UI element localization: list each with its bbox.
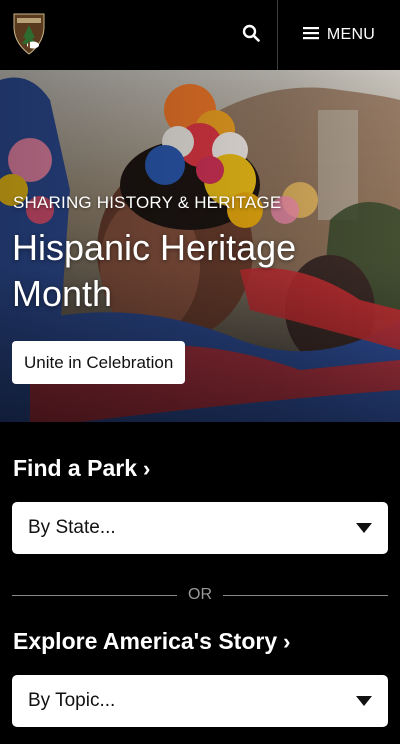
unite-in-celebration-button[interactable]: Unite in Celebration	[12, 341, 186, 384]
chevron-right-icon: ›	[283, 628, 291, 654]
search-button[interactable]	[226, 0, 276, 70]
menu-label: MENU	[326, 26, 376, 43]
state-select[interactable]: By State...	[12, 502, 388, 554]
or-separator: OR	[12, 585, 388, 605]
nps-arrowhead-logo[interactable]	[12, 12, 46, 56]
menu-button[interactable]: MENU	[278, 0, 400, 70]
caret-down-icon	[356, 696, 372, 706]
separator-line-left	[12, 595, 177, 596]
caret-down-icon	[356, 523, 372, 533]
find-a-park-link[interactable]: Find a Park ›	[13, 455, 150, 482]
hamburger-icon	[302, 26, 319, 45]
search-icon	[242, 24, 260, 47]
hero-title: Hispanic Heritage Month	[12, 227, 297, 314]
explore-title: Explore America's Story	[13, 628, 278, 654]
or-label: OR	[188, 586, 212, 603]
site-header: MENU	[0, 0, 400, 70]
hero-eyebrow: SHARING HISTORY & HERITAGE	[13, 193, 282, 212]
separator-line-right	[223, 595, 388, 596]
topic-select[interactable]: By Topic...	[12, 675, 388, 727]
chevron-right-icon: ›	[142, 455, 151, 481]
topic-select-value: By Topic...	[28, 690, 116, 711]
find-a-park-title: Find a Park	[13, 455, 137, 481]
explore-americas-story-link[interactable]: Explore America's Story ›	[13, 628, 290, 655]
state-select-value: By State...	[28, 517, 116, 538]
